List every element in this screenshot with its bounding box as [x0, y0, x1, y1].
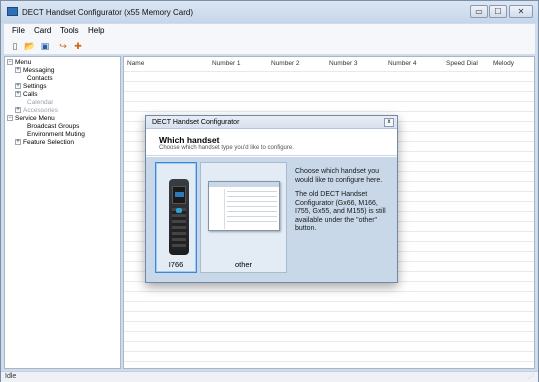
grid-row-line: [124, 361, 534, 362]
dialog-close-button[interactable]: x: [384, 118, 394, 127]
tree-item-service-menu[interactable]: − Service Menu: [7, 115, 55, 122]
dialog-subheading: Choose which handset type you'd like to …: [159, 145, 294, 151]
grid-row-line: [124, 101, 534, 102]
tree-item-broadcast-groups[interactable]: Broadcast Groups: [27, 123, 79, 130]
tree-item-accessories: + Accessories: [15, 107, 59, 114]
grid-row-line: [124, 331, 534, 332]
status-bar: Idle ⋰: [1, 371, 538, 382]
toolbar: ▯ 📂 ▣ ↪ ✚: [4, 38, 535, 55]
column-header-name[interactable]: Name: [127, 60, 144, 67]
collapse-icon[interactable]: −: [7, 59, 13, 66]
app-icon: [7, 7, 18, 16]
dialog-heading: Which handset: [159, 135, 220, 145]
title-bar[interactable]: DECT Handset Configurator (x55 Memory Ca…: [1, 1, 538, 23]
column-header-number-1[interactable]: Number 1: [212, 60, 241, 67]
tree-item-settings[interactable]: + Settings: [15, 83, 47, 90]
dialog-body: I766 other Choose which handset you woul…: [146, 157, 397, 282]
grid-row-line: [124, 91, 534, 92]
tree-item-messaging[interactable]: + Messaging: [15, 67, 54, 74]
import-icon[interactable]: ✚: [72, 40, 84, 52]
menu-bar: File Card Tools Help: [4, 24, 535, 38]
menu-help[interactable]: Help: [88, 26, 104, 35]
grid-row-line: [124, 81, 534, 82]
tree-item-calendar: Calendar: [27, 99, 54, 106]
handset-option-i766[interactable]: I766: [155, 162, 197, 273]
expand-icon[interactable]: +: [15, 83, 21, 90]
dialog-title: DECT Handset Configurator: [152, 119, 240, 126]
tree-item-environment-muting[interactable]: Environment Muting: [27, 131, 85, 138]
dialog-description: Choose which handset you would like to c…: [295, 168, 387, 240]
window-title: DECT Handset Configurator (x55 Memory Ca…: [22, 8, 194, 17]
description-paragraph-1: Choose which handset you would like to c…: [295, 168, 383, 184]
handset-option-other[interactable]: other: [200, 162, 287, 273]
grid-row-line: [124, 321, 534, 322]
dialog-title-bar[interactable]: DECT Handset Configurator x: [146, 116, 397, 129]
description-paragraph-2: The old DECT Handset Configurator (Gx66,…: [295, 191, 386, 232]
dialog-header: Which handset Choose which handset type …: [146, 129, 397, 156]
app-screenshot-icon: [208, 181, 280, 231]
column-header-melody[interactable]: Melody: [493, 60, 514, 67]
handset-dialog: DECT Handset Configurator x Which handse…: [145, 115, 398, 283]
tree-item-calls[interactable]: + Calls: [15, 91, 37, 98]
column-header-number-3[interactable]: Number 3: [329, 60, 358, 67]
expand-icon[interactable]: +: [15, 67, 21, 74]
tree-item-contacts[interactable]: Contacts: [27, 75, 53, 82]
save-icon[interactable]: ▣: [39, 40, 51, 52]
minimize-button[interactable]: ▭: [470, 5, 488, 18]
new-doc-icon[interactable]: ▯: [9, 40, 21, 52]
grid-row-line: [124, 111, 534, 112]
close-button[interactable]: ✕: [509, 5, 533, 18]
grid-row-line: [124, 341, 534, 342]
grid-row-line: [124, 291, 534, 292]
collapse-icon[interactable]: −: [7, 115, 13, 122]
expand-icon[interactable]: +: [15, 91, 21, 98]
open-folder-icon[interactable]: 📂: [24, 40, 36, 52]
expand-icon: +: [15, 107, 21, 114]
grid-row-line: [124, 301, 534, 302]
menu-file[interactable]: File: [12, 26, 25, 35]
column-header-number-2[interactable]: Number 2: [271, 60, 300, 67]
column-header-number-4[interactable]: Number 4: [388, 60, 417, 67]
option-label-i766: I766: [168, 260, 184, 269]
grid-row-line: [124, 71, 534, 72]
resize-grip-icon[interactable]: ⋰: [528, 373, 536, 381]
export-icon[interactable]: ↪: [57, 40, 69, 52]
phone-icon: [169, 179, 189, 255]
grid-row-line: [124, 351, 534, 352]
tree-item-menu[interactable]: − Menu: [7, 59, 31, 66]
status-text: Idle: [5, 373, 17, 380]
grid-row-line: [124, 311, 534, 312]
expand-icon[interactable]: +: [15, 139, 21, 146]
tree-item-feature-selection[interactable]: + Feature Selection: [15, 139, 74, 146]
menu-card[interactable]: Card: [34, 26, 51, 35]
column-header-speed-dial[interactable]: Speed Dial: [446, 60, 478, 67]
maximize-button[interactable]: ☐: [489, 5, 507, 18]
menu-tools[interactable]: Tools: [60, 26, 79, 35]
navigation-tree: − Menu + Messaging Contacts + Settings + Cal…: [4, 56, 121, 369]
option-label-other: other: [234, 260, 253, 269]
